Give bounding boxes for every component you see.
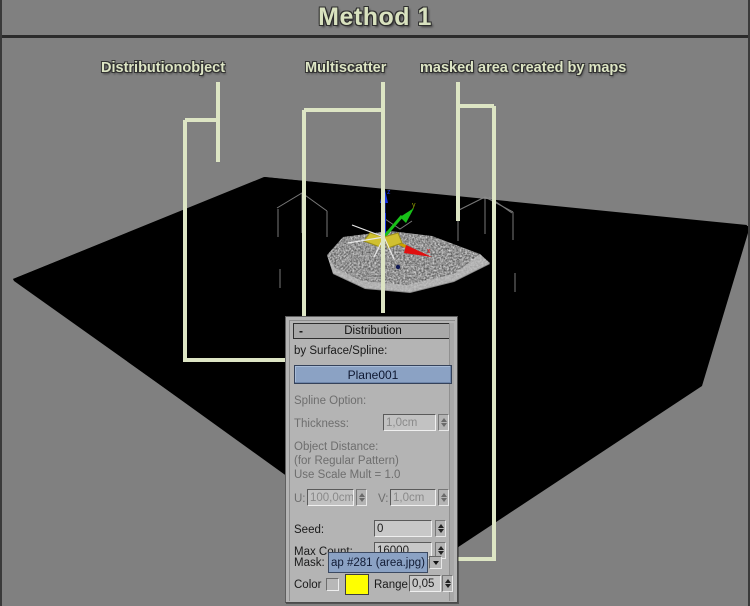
terrain-edge [327,254,490,293]
thickness-spinner[interactable] [438,414,449,431]
application-window: Method 1 [0,0,750,606]
callout-label-distributionobject: Distributionobject [101,60,225,76]
scatter-terrain [312,221,512,311]
pick-button-label: Plane001 [348,368,399,382]
svg-text:z: z [387,189,391,196]
range-field[interactable]: 0,05 [409,575,441,592]
panel-inner: - Distribution by Surface/Spline: Plane0… [289,320,455,601]
collapse-rollout-icon[interactable]: - [294,324,308,338]
thickness-field[interactable]: 1,0cm [383,414,436,431]
object-distance-label: Object Distance: [294,441,378,453]
scene-helper-wireframes [277,193,515,292]
spinner-down-icon[interactable] [438,551,444,555]
chevron-down-icon[interactable] [429,556,442,569]
u-spinner[interactable] [356,489,367,506]
thickness-label: Thickness: [294,418,349,430]
seed-field[interactable]: 0 [374,520,432,537]
range-label: Range [374,579,408,591]
spinner-down-icon[interactable] [441,498,447,502]
spinner-down-icon[interactable] [438,529,444,533]
page-title: Method 1 [318,3,432,32]
callout-label-multiscatter: Multiscatter [305,60,386,76]
u-field[interactable]: 100,0cm [307,489,354,506]
spinner-up-icon[interactable] [445,579,451,583]
seed-label: Seed: [294,524,324,536]
title-bar: Method 1 [2,0,748,38]
spinner-down-icon[interactable] [441,423,447,427]
callout-label-maskedarea: masked area created by maps [420,60,626,76]
spinner-up-icon[interactable] [441,418,447,422]
color-checkbox[interactable] [326,578,339,591]
spline-option-label: Spline Option: [294,395,366,407]
pick-distribution-object-button[interactable]: Plane001 [294,365,452,384]
spinner-up-icon[interactable] [438,524,444,528]
rollout-title: Distribution [308,325,452,337]
spinner-up-icon[interactable] [441,493,447,497]
svg-text:x: x [427,248,431,255]
v-spinner[interactable] [438,489,449,506]
mask-map-value: ap #281 (area.jpg) [331,557,425,569]
spinner-down-icon[interactable] [359,498,365,502]
spinner-up-icon[interactable] [438,546,444,550]
spinner-down-icon[interactable] [445,584,451,588]
svg-text:y: y [412,202,416,209]
by-surface-spline-label: by Surface/Spline: [294,345,387,357]
seed-spinner[interactable] [435,520,446,537]
u-label: U: [294,493,306,505]
use-scale-mult-label: Use Scale Mult = 1.0 [294,469,400,481]
spinner-up-icon[interactable] [359,493,365,497]
color-label: Color [294,579,321,591]
transform-gizmo: z y x [348,185,432,259]
rollout-header[interactable]: - Distribution [293,323,453,339]
mask-map-field[interactable]: ap #281 (area.jpg) [328,552,428,573]
v-field[interactable]: 1,0cm [390,489,436,506]
regular-pattern-label: (for Regular Pattern) [294,455,399,467]
distribution-rollout-panel[interactable]: - Distribution by Surface/Spline: Plane0… [285,316,458,603]
mask-label: Mask: [294,557,325,569]
terrain-marker-dot [396,265,400,269]
range-spinner[interactable] [442,575,453,592]
v-label: V: [378,493,388,505]
color-swatch[interactable] [345,574,369,595]
